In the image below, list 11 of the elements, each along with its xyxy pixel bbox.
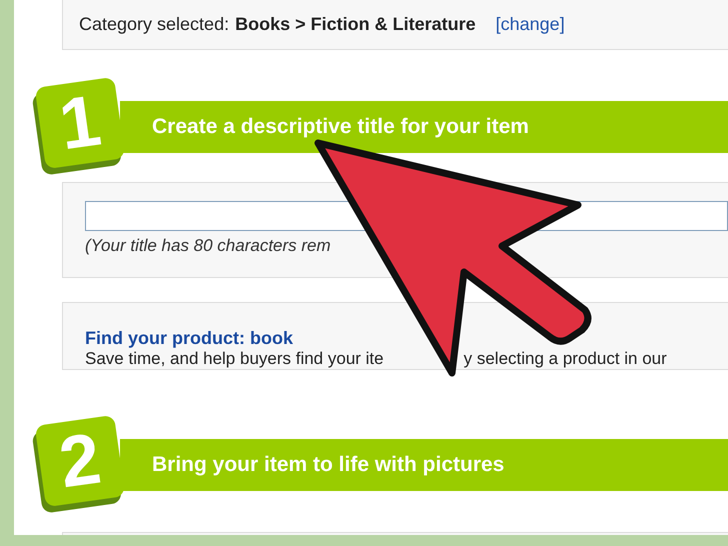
product-description: Save time, and help buyers find your ite bbox=[85, 349, 384, 369]
category-value: Books > Fiction & Literature bbox=[235, 13, 476, 36]
change-link[interactable]: [change] bbox=[496, 11, 565, 38]
find-product-link[interactable]: Find your product: book bbox=[85, 327, 728, 349]
product-description: y selecting a product in our bbox=[464, 349, 667, 369]
step-title: Bring your item to life with pictures bbox=[152, 452, 504, 478]
step-number: 2 bbox=[34, 414, 126, 508]
step-title: Create a descriptive title for your item bbox=[152, 114, 529, 140]
characters-hint: (Your title has 80 characters rem bbox=[85, 235, 332, 257]
category-label: Category selected: bbox=[79, 13, 230, 36]
step-number: 1 bbox=[34, 76, 126, 170]
